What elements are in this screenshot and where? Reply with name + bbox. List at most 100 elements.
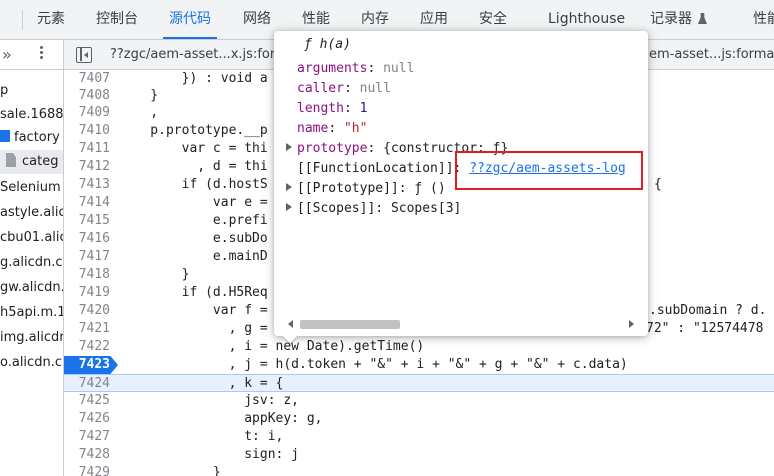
expand-triangle-icon[interactable] (286, 143, 292, 151)
line-number[interactable]: 7419 (64, 284, 110, 302)
line-number[interactable]: 7421 (64, 320, 110, 338)
property-key-internal: [[Prototype]] (297, 181, 399, 196)
property-row[interactable]: arguments: null (297, 59, 414, 79)
property-row[interactable]: caller: null (297, 79, 391, 99)
code-text: if (d.H5Req (119, 285, 268, 300)
editor-file-tab[interactable]: ??zgc/aem-asset...x.js:for (110, 40, 275, 70)
navigator-item[interactable]: h5api.m.1 (0, 301, 63, 325)
scroll-left-arrow-icon[interactable] (288, 320, 293, 328)
file-icon (6, 153, 16, 167)
scroll-right-arrow-icon[interactable] (629, 320, 634, 328)
line-number[interactable]: 7418 (64, 266, 110, 284)
line-number[interactable]: 7415 (64, 212, 110, 230)
line-number[interactable]: 7413 (64, 176, 110, 194)
property-row[interactable]: name: "h" (297, 119, 367, 139)
property-key-internal: [[Scopes]] (297, 201, 376, 216)
code-line: 7427 t: i, (64, 428, 774, 446)
more-tabs-chevron-icon[interactable]: » (2, 45, 12, 64)
line-number[interactable]: 7423 (64, 356, 110, 374)
code-text: } (119, 88, 159, 103)
line-number[interactable]: 7422 (64, 338, 110, 356)
navigator-item-file[interactable]: categ (0, 150, 63, 174)
line-number[interactable]: 7416 (64, 230, 110, 248)
code-text: e.mainD (119, 249, 268, 264)
editor-file-tab[interactable]: em-asset...js:format (649, 40, 774, 70)
navigator-item[interactable]: img.alicdr (0, 326, 63, 350)
expand-triangle-icon[interactable] (286, 203, 292, 211)
property-value: Scopes[3] (390, 201, 462, 216)
line-number[interactable]: 7407 (64, 70, 110, 88)
line-number[interactable]: 7409 (64, 104, 110, 122)
toggle-navigator-icon[interactable] (76, 47, 92, 63)
tab-recorder-label: 记录器 (650, 11, 692, 27)
code-line: 7429 } (64, 464, 774, 476)
code-text: p.prototype.__p (119, 123, 268, 138)
kebab-menu-icon[interactable] (40, 46, 44, 62)
code-text: , g = (119, 321, 268, 336)
navigator-item[interactable]: cbu01.alic (0, 226, 63, 250)
property-row[interactable]: length: 1 (297, 99, 367, 119)
navigator-item[interactable]: astyle.alic (0, 201, 63, 225)
line-number[interactable]: 7425 (64, 392, 110, 410)
property-key: name (297, 121, 329, 136)
line-number[interactable]: 7427 (64, 428, 110, 446)
code-text: jsv: z, (119, 393, 300, 408)
code-text: e.prefi (119, 213, 268, 228)
line-number[interactable]: 7428 (64, 446, 110, 464)
navigator-header: » (0, 40, 63, 70)
line-number[interactable]: 7408 (64, 87, 110, 105)
property-key-internal: [[FunctionLocation]] (297, 161, 454, 176)
line-number[interactable]: 7410 (64, 122, 110, 140)
navigator-item[interactable]: gw.alicdn. (0, 276, 63, 300)
scrollbar-thumb[interactable] (300, 320, 400, 329)
navigator-item-label: factory (14, 130, 60, 145)
code-text: } (119, 267, 190, 282)
property-key: arguments (297, 61, 368, 76)
navigator-item[interactable]: o.alicdn.c (0, 351, 62, 375)
code-line-paused: 7423 , j = h(d.token + "&" + i + "&" + g… (64, 356, 774, 374)
code-text: , k = { (119, 376, 284, 391)
popover-pointer (283, 336, 297, 343)
code-text: , j = h(d.token + "&" + i + "&" + g + "&… (119, 357, 628, 372)
code-text-fragment: 72" : "12574478 (646, 321, 764, 336)
code-text: }) : void a (119, 71, 268, 86)
code-text: sign: j (119, 447, 300, 462)
code-line: 7426 appKey: g, (64, 410, 774, 428)
code-text-fragment: .subDomain ? d. (649, 303, 767, 318)
popover-horizontal-scrollbar[interactable] (282, 317, 638, 331)
tab-performance-insights[interactable]: 性能 (753, 0, 774, 39)
navigator-item-label: categ (22, 154, 59, 169)
code-line-current: 7424 , k = { (64, 374, 774, 392)
navigator-item[interactable]: Selenium (0, 176, 61, 200)
code-text: var c = thi (119, 141, 268, 156)
tab-elements[interactable]: 元素 (37, 0, 65, 39)
folder-icon (0, 130, 10, 142)
tab-console[interactable]: 控制台 (96, 0, 138, 39)
code-text: var e = (119, 195, 268, 210)
line-number[interactable]: 7420 (64, 302, 110, 320)
code-text: appKey: g, (119, 411, 323, 426)
experiment-flask-icon (698, 13, 707, 24)
property-row-expandable[interactable]: [[Scopes]]: Scopes[3] (297, 199, 461, 219)
code-text: , d = thi (119, 159, 268, 174)
navigator-item[interactable]: p (0, 79, 8, 103)
line-number[interactable]: 7424 (64, 375, 110, 393)
expand-triangle-icon[interactable] (286, 183, 292, 191)
line-number[interactable]: 7411 (64, 140, 110, 158)
line-number[interactable]: 7429 (64, 464, 110, 476)
navigator-item[interactable]: g.alicdn.c (0, 251, 63, 275)
tab-sources[interactable]: 源代码 (163, 0, 217, 39)
line-number[interactable]: 7414 (64, 194, 110, 212)
code-text: e.subDo (119, 231, 268, 246)
line-number[interactable]: 7426 (64, 410, 110, 428)
navigator-item[interactable]: sale.1688. (0, 103, 63, 127)
navigator-item-folder[interactable]: factory (0, 126, 60, 150)
line-number[interactable]: 7412 (64, 158, 110, 176)
tab-network[interactable]: 网络 (243, 0, 271, 39)
tab-recorder[interactable]: 记录器 (650, 0, 707, 39)
code-text: var f = (119, 303, 268, 318)
line-number[interactable]: 7417 (64, 248, 110, 266)
annotation-highlight-box (455, 151, 643, 190)
code-text: , (119, 105, 159, 120)
property-row-expandable[interactable]: [[Prototype]]: ƒ () (297, 179, 446, 199)
